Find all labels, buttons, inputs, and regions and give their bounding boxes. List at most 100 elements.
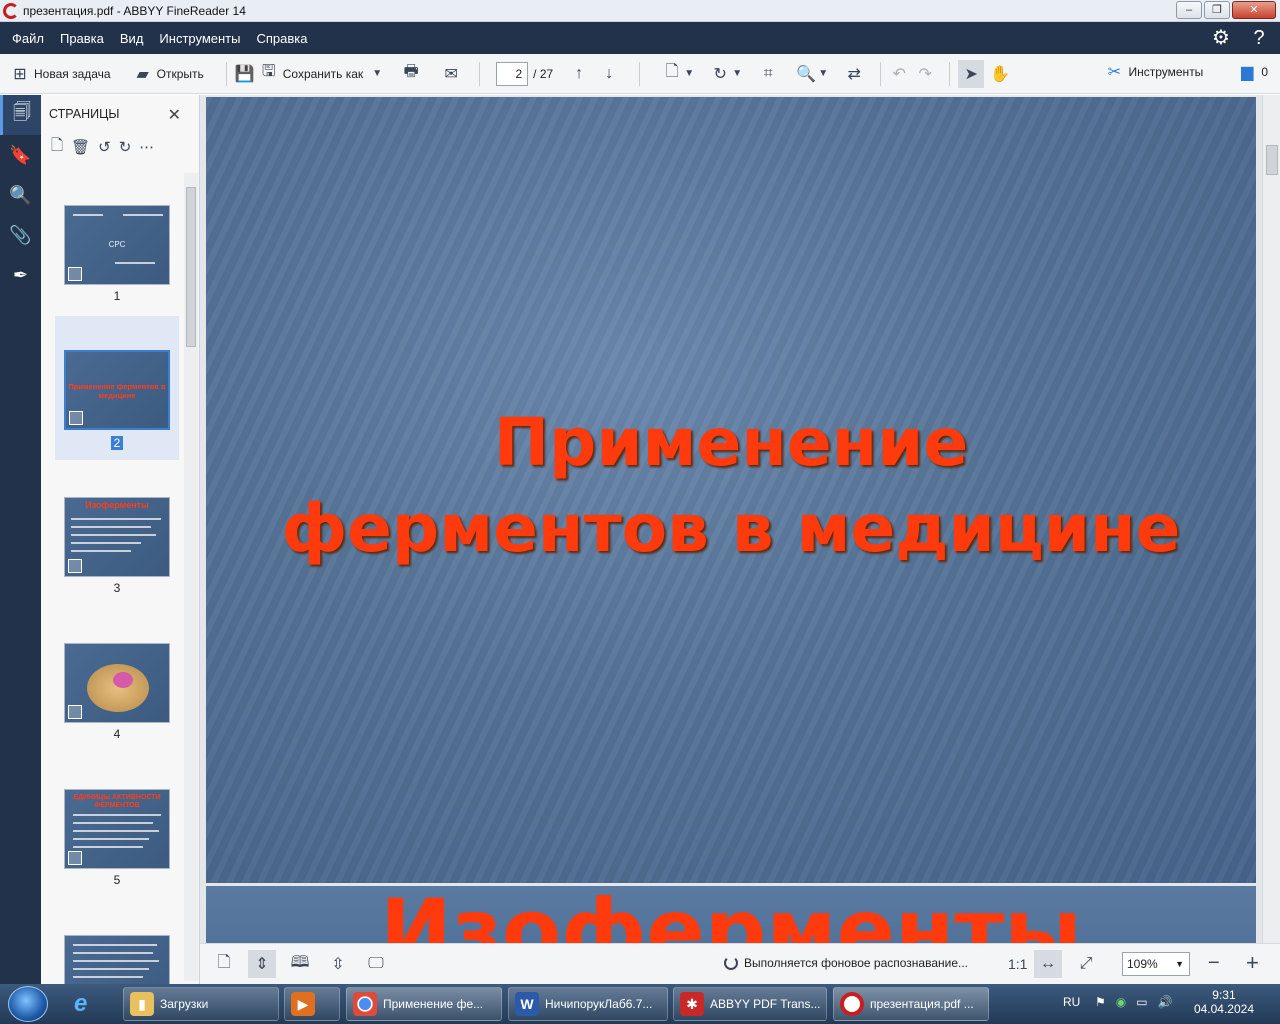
scrollbar-thumb[interactable]	[186, 187, 196, 347]
page-thumb-2[interactable]: Применение ферментов в медицине 2	[55, 316, 179, 460]
main-toolbar: ⊞ Новая задача ▰ Открыть 💾 🖫 Сохранить к…	[0, 54, 1280, 94]
document-scrollbar[interactable]	[1262, 95, 1280, 943]
page-thumb-3[interactable]: Изоферменты 3	[55, 467, 179, 607]
system-tray: ⚑ ◉ ▭ 🔊	[1095, 995, 1173, 1009]
pages-panel-scrollbar[interactable]	[184, 173, 198, 981]
close-button[interactable]: ✕	[1232, 1, 1276, 19]
single-page-view-icon[interactable]: 🗋	[210, 950, 238, 978]
actual-size-button[interactable]: 1:1	[1008, 956, 1027, 972]
bookmark-icon[interactable]: 🔖	[0, 135, 41, 175]
start-button[interactable]	[8, 986, 48, 1022]
zoom-select[interactable]: 109% ▼	[1122, 952, 1190, 976]
tools-label: Инструменты	[1128, 65, 1204, 79]
recognize-page-icon[interactable]: 🔍	[796, 64, 816, 84]
volume-icon[interactable]: 🔊	[1158, 995, 1173, 1009]
save-icon[interactable]: 💾	[235, 64, 255, 84]
taskbar-chrome[interactable]: Применение фе...	[346, 987, 502, 1021]
comments-count: 0	[1261, 65, 1268, 79]
menu-view[interactable]: Вид	[120, 31, 144, 46]
rotate-left-icon[interactable]: ↺	[98, 138, 111, 156]
fit-page-icon[interactable]: ⤢	[1072, 950, 1100, 978]
presentation-mode-icon[interactable]: 🖵	[362, 950, 390, 978]
chevron-down-icon[interactable]: ▼	[816, 64, 830, 84]
page-thumb-1[interactable]: СРС 1	[55, 175, 179, 315]
menu-file[interactable]: Файл	[12, 31, 44, 46]
zoom-out-icon[interactable]: −	[1208, 952, 1220, 975]
settings-gear-icon[interactable]: ⚙	[1210, 27, 1232, 49]
minimize-button[interactable]: –	[1176, 1, 1202, 19]
chevron-down-icon[interactable]: ▼	[682, 64, 696, 84]
convert-icon[interactable]: ⇄	[844, 64, 864, 84]
comments-button[interactable]: ▆ 0	[1237, 62, 1268, 82]
toolbar-divider	[949, 61, 951, 86]
help-icon[interactable]: ?	[1248, 27, 1270, 49]
clock[interactable]: 9:31 04.04.2024	[1194, 988, 1254, 1016]
hand-tool-icon[interactable]: ✋	[990, 64, 1010, 84]
thumb-image: Применение ферментов в медицине	[64, 350, 170, 430]
page-thumb-5[interactable]: ЕДИНИЦЫ АКТИВНОСТИ ФЕРМЕНТОВ 5	[55, 759, 179, 899]
slide-title-line2: ферментов в медицине	[281, 490, 1181, 567]
pages-panel-tools: 🗋 🗑 ↺ ↻ ⋯	[41, 133, 199, 161]
page-thumb-4[interactable]: 4	[55, 613, 179, 753]
page-number: 2	[55, 436, 179, 450]
save-as-button[interactable]: 🖫 Сохранить как ▼	[259, 63, 387, 84]
open-label: Открыть	[156, 66, 204, 81]
menu-edit[interactable]: Правка	[60, 31, 104, 46]
select-cursor-icon[interactable]: ➤	[958, 59, 985, 88]
internet-explorer-icon[interactable]: e	[74, 990, 87, 1018]
signature-icon[interactable]: ✒	[0, 255, 41, 295]
taskbar-abbyy-transformer[interactable]: ✱ ABBYY PDF Trans...	[673, 987, 827, 1021]
taskbar-finereader[interactable]: презентация.pdf ...	[833, 987, 989, 1021]
redo-icon[interactable]: ↷	[915, 64, 935, 84]
fit-width-icon[interactable]: ↔	[1034, 950, 1062, 978]
app-logo-icon	[3, 2, 19, 19]
tools-button[interactable]: ✂ Инструменты	[1104, 62, 1204, 82]
chevron-down-icon[interactable]: ▼	[730, 64, 744, 84]
arrow-down-icon[interactable]: ↓	[599, 64, 619, 84]
search-icon[interactable]: 🔍	[0, 175, 41, 215]
crop-icon[interactable]: ⌗	[758, 64, 778, 84]
rotate-right-icon[interactable]: ↻	[119, 138, 132, 156]
zoom-in-icon[interactable]: +	[1246, 950, 1259, 976]
new-task-button[interactable]: ⊞ Новая задача	[10, 64, 110, 84]
maximize-button[interactable]: ❐	[1204, 1, 1230, 19]
taskbar-downloads[interactable]: ▮ Загрузки	[123, 987, 279, 1021]
document-view[interactable]: Применение ферментов в медицине Изоферме…	[200, 95, 1280, 943]
antivirus-icon[interactable]: ◉	[1116, 995, 1126, 1009]
attachment-icon[interactable]: 📎	[0, 215, 41, 255]
page-number-input[interactable]: 2	[496, 61, 529, 86]
page-thumb-6[interactable]	[55, 905, 179, 984]
taskbar-word[interactable]: W НичипорукЛаб6.7...	[508, 987, 668, 1021]
menu-tools[interactable]: Инструменты	[159, 31, 240, 46]
rotate-icon[interactable]: ↻	[710, 64, 730, 84]
continuous-view-icon[interactable]: ⇕	[248, 950, 276, 978]
language-indicator[interactable]: RU	[1063, 995, 1080, 1009]
next-slide-title: Изоферменты	[380, 886, 1082, 943]
power-icon[interactable]: ▭	[1136, 995, 1147, 1009]
close-icon[interactable]: ✕	[168, 105, 181, 125]
pages-icon[interactable]: 🗐	[0, 95, 41, 135]
network-icon[interactable]: ⚑	[1095, 995, 1106, 1009]
add-page-icon[interactable]: 🗋	[51, 135, 63, 160]
recognizing-icon	[69, 411, 83, 425]
recognition-status: Выполняется фоновое распознавание...	[724, 956, 968, 970]
slide-page-2: Применение ферментов в медицине	[206, 97, 1256, 883]
more-icon[interactable]: ⋯	[139, 138, 154, 156]
clock-date: 04.04.2024	[1193, 1002, 1254, 1016]
print-icon[interactable]: 🖶	[401, 63, 421, 84]
chevron-down-icon: ▼	[1175, 959, 1184, 969]
slide-page-3: Изоферменты	[206, 886, 1256, 943]
arrow-up-icon[interactable]: ↑	[569, 64, 589, 84]
menu-help[interactable]: Справка	[256, 31, 307, 46]
email-icon[interactable]: ✉	[441, 64, 461, 84]
scrollbar-thumb[interactable]	[1266, 145, 1278, 175]
recognition-progress-icon	[724, 956, 738, 970]
two-page-continuous-icon[interactable]: ⇳	[324, 950, 352, 978]
toolbar-divider	[479, 61, 481, 86]
add-page-icon[interactable]: 🗋	[662, 63, 682, 84]
two-page-view-icon[interactable]: 🕮	[286, 950, 314, 978]
undo-icon[interactable]: ↶	[889, 64, 909, 84]
taskbar-media-player[interactable]: ▶	[284, 987, 340, 1021]
delete-icon[interactable]: 🗑	[71, 138, 90, 156]
open-button[interactable]: ▰ Открыть	[133, 64, 204, 84]
